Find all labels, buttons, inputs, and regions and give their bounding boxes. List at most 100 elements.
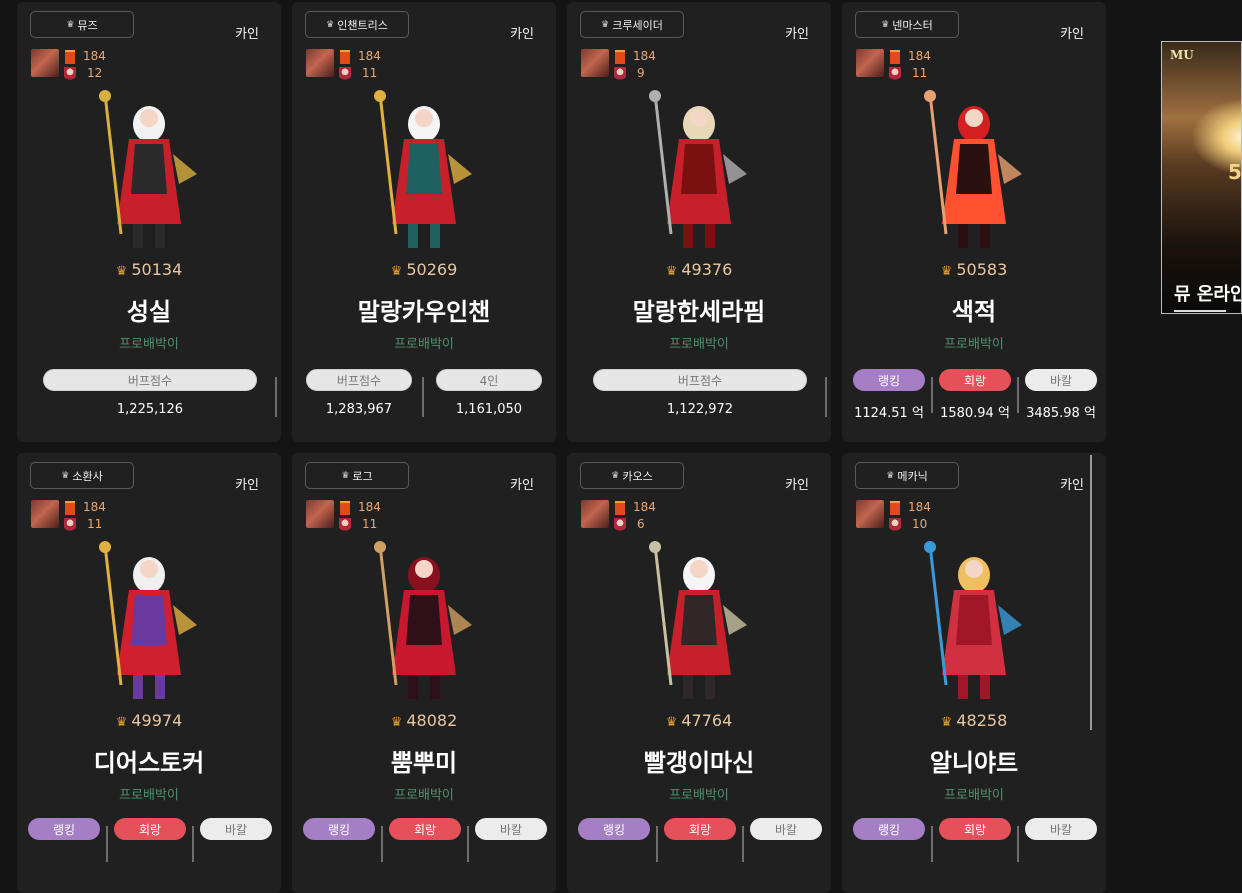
job-icon: ♛ [886,470,895,481]
character-meta: 184 11 [306,500,396,534]
guild-name[interactable]: 프로배박이 [292,333,556,352]
level-value: 12 [87,66,103,80]
character-sprite [344,84,504,256]
bakal-button[interactable]: 바칼 [475,818,547,840]
character-sprite [69,535,229,707]
level-value: 10 [912,517,928,531]
ad-underline [1174,310,1226,312]
character-meta: 184 11 [31,500,121,534]
character-name[interactable]: 성실 [17,292,281,327]
job-badge: ♛ 뮤즈 [30,11,134,38]
buff-score-label: 버프점수 [43,369,257,391]
character-card[interactable]: ♛ 메카닉 카인 184 10 ♛ 48258 알니야트 프로배박이 랭킹 회랑 바칼 [842,453,1106,893]
fame-score: ♛ 50269 [292,260,556,279]
divider [275,377,277,417]
corridor-button[interactable]: 회랑 [389,818,461,840]
job-label: 카오스 [622,469,653,483]
character-card[interactable]: ♛ 카오스카인 184 6 ♛ 47764 빨갱이마신프로배박이랭킹 회랑 바칼 [567,453,831,893]
guild-name[interactable]: 프로배박이 [842,333,1106,352]
character-name[interactable]: 색적 [842,292,1106,327]
buff-score-label: 버프점수 [306,369,412,391]
crown-icon: ♛ [940,264,953,279]
character-card[interactable]: ♛ 인챈트리스 카인 184 11 ♛ 50269 말랑카우인챈 프로배박이 버프점수 1,283,… [292,2,556,442]
character-name[interactable]: 알니야트 [842,743,1106,778]
fame-score: ♛ 50583 [842,260,1106,279]
job-badge: ♛ 넨마스터 [855,11,959,38]
guild-name[interactable]: 프로배박이 [567,784,831,803]
scroll-indicator [1090,455,1092,730]
fame-score-value: 50269 [406,260,458,279]
fame-icon [890,50,900,64]
fame-score-value: 47764 [681,711,733,730]
adventure-avatar [581,49,609,77]
job-label: 메카닉 [897,469,928,483]
divider [467,826,469,862]
level-value: 11 [87,517,103,531]
fame-score: ♛ 49974 [17,711,281,730]
level-value: 6 [637,517,645,531]
character-card[interactable]: ♛ 로그 카인 184 11 ♛ 48082 뿜뿌미 프로배박이 랭킹 회랑 바칼 [292,453,556,893]
corridor-button[interactable]: 회랑 [939,369,1011,391]
character-icon [889,67,901,81]
character-name[interactable]: 디어스토커 [17,743,281,778]
character-card[interactable]: ♛ 넨마스터 카인 184 11 ♛ 50583 색적 프로배박이 랭킹 1124.51 억 회랑 15… [842,2,1106,442]
divider [422,377,424,417]
crown-icon: ♛ [115,715,128,730]
job-icon: ♛ [341,470,350,481]
bakal-button[interactable]: 바칼 [200,818,272,840]
fame-value: 184 [633,49,656,63]
ranking-button[interactable]: 랭킹 [28,818,100,840]
level-value: 11 [362,517,378,531]
guild-name[interactable]: 프로배박이 [842,784,1106,803]
fame-value: 184 [908,500,931,514]
fame-value: 184 [358,49,381,63]
crown-icon: ♛ [115,264,128,279]
ad-banner[interactable]: MU 5 뮤 온라인 [1161,41,1242,314]
corridor-button[interactable]: 회랑 [664,818,736,840]
character-card[interactable]: ♛ 뮤즈 카인 184 12 ♛ 50134 성실 프로배박이 버프점수 1,225,126 [17,2,281,442]
character-name[interactable]: 말랑한세라핌 [567,292,831,327]
fame-score: ♛ 49376 [567,260,831,279]
fame-score-value: 49974 [131,711,183,730]
guild-name[interactable]: 프로배박이 [17,333,281,352]
adventure-avatar [856,500,884,528]
guild-name[interactable]: 프로배박이 [567,333,831,352]
buff-score-value: 1,283,967 [325,402,393,417]
fame-score: ♛ 47764 [567,711,831,730]
guild-name[interactable]: 프로배박이 [292,784,556,803]
character-card[interactable]: ♛ 소환사 카인 184 11 ♛ 49974 디어스토커 프로배박이 랭킹 회랑 바칼 [17,453,281,893]
character-name[interactable]: 빨갱이마신 [567,743,831,778]
job-icon: ♛ [326,19,335,30]
corridor-button[interactable]: 회랑 [939,818,1011,840]
server-label: 카인 [1060,27,1084,42]
ranking-button[interactable]: 랭킹 [853,369,925,391]
fame-icon [65,50,75,64]
guild-name[interactable]: 프로배박이 [17,784,281,803]
bakal-button[interactable]: 바칼 [1025,369,1097,391]
ranking-button[interactable]: 랭킹 [853,818,925,840]
bakal-button[interactable]: 바칼 [1025,818,1097,840]
fame-value: 184 [83,500,106,514]
ranking-button[interactable]: 랭킹 [303,818,375,840]
level-value: 9 [637,66,645,80]
character-name[interactable]: 말랑카우인챈 [292,292,556,327]
buff-score-label: 버프점수 [593,369,807,391]
fame-value: 184 [633,500,656,514]
divider [381,826,383,862]
character-card[interactable]: ♛ 크루세이더 카인 184 9 ♛ 49376 말랑한세라핌 프로배박이 버프점수 1,122,9… [567,2,831,442]
job-badge: ♛ 메카닉 [855,462,959,489]
ranking-button[interactable]: 랭킹 [578,818,650,840]
character-sprite [894,84,1054,256]
divider [656,826,658,862]
crown-icon: ♛ [665,715,678,730]
server-label: 카인 [785,478,809,493]
four-party-value: 1,161,050 [455,402,523,417]
divider [742,826,744,862]
character-icon [64,67,76,81]
bakal-button[interactable]: 바칼 [750,818,822,840]
corridor-button[interactable]: 회랑 [114,818,186,840]
corridor-value: 1580.94 억 [940,406,1010,421]
job-icon: ♛ [61,470,70,481]
divider [106,826,108,862]
character-name[interactable]: 뿜뿌미 [292,743,556,778]
